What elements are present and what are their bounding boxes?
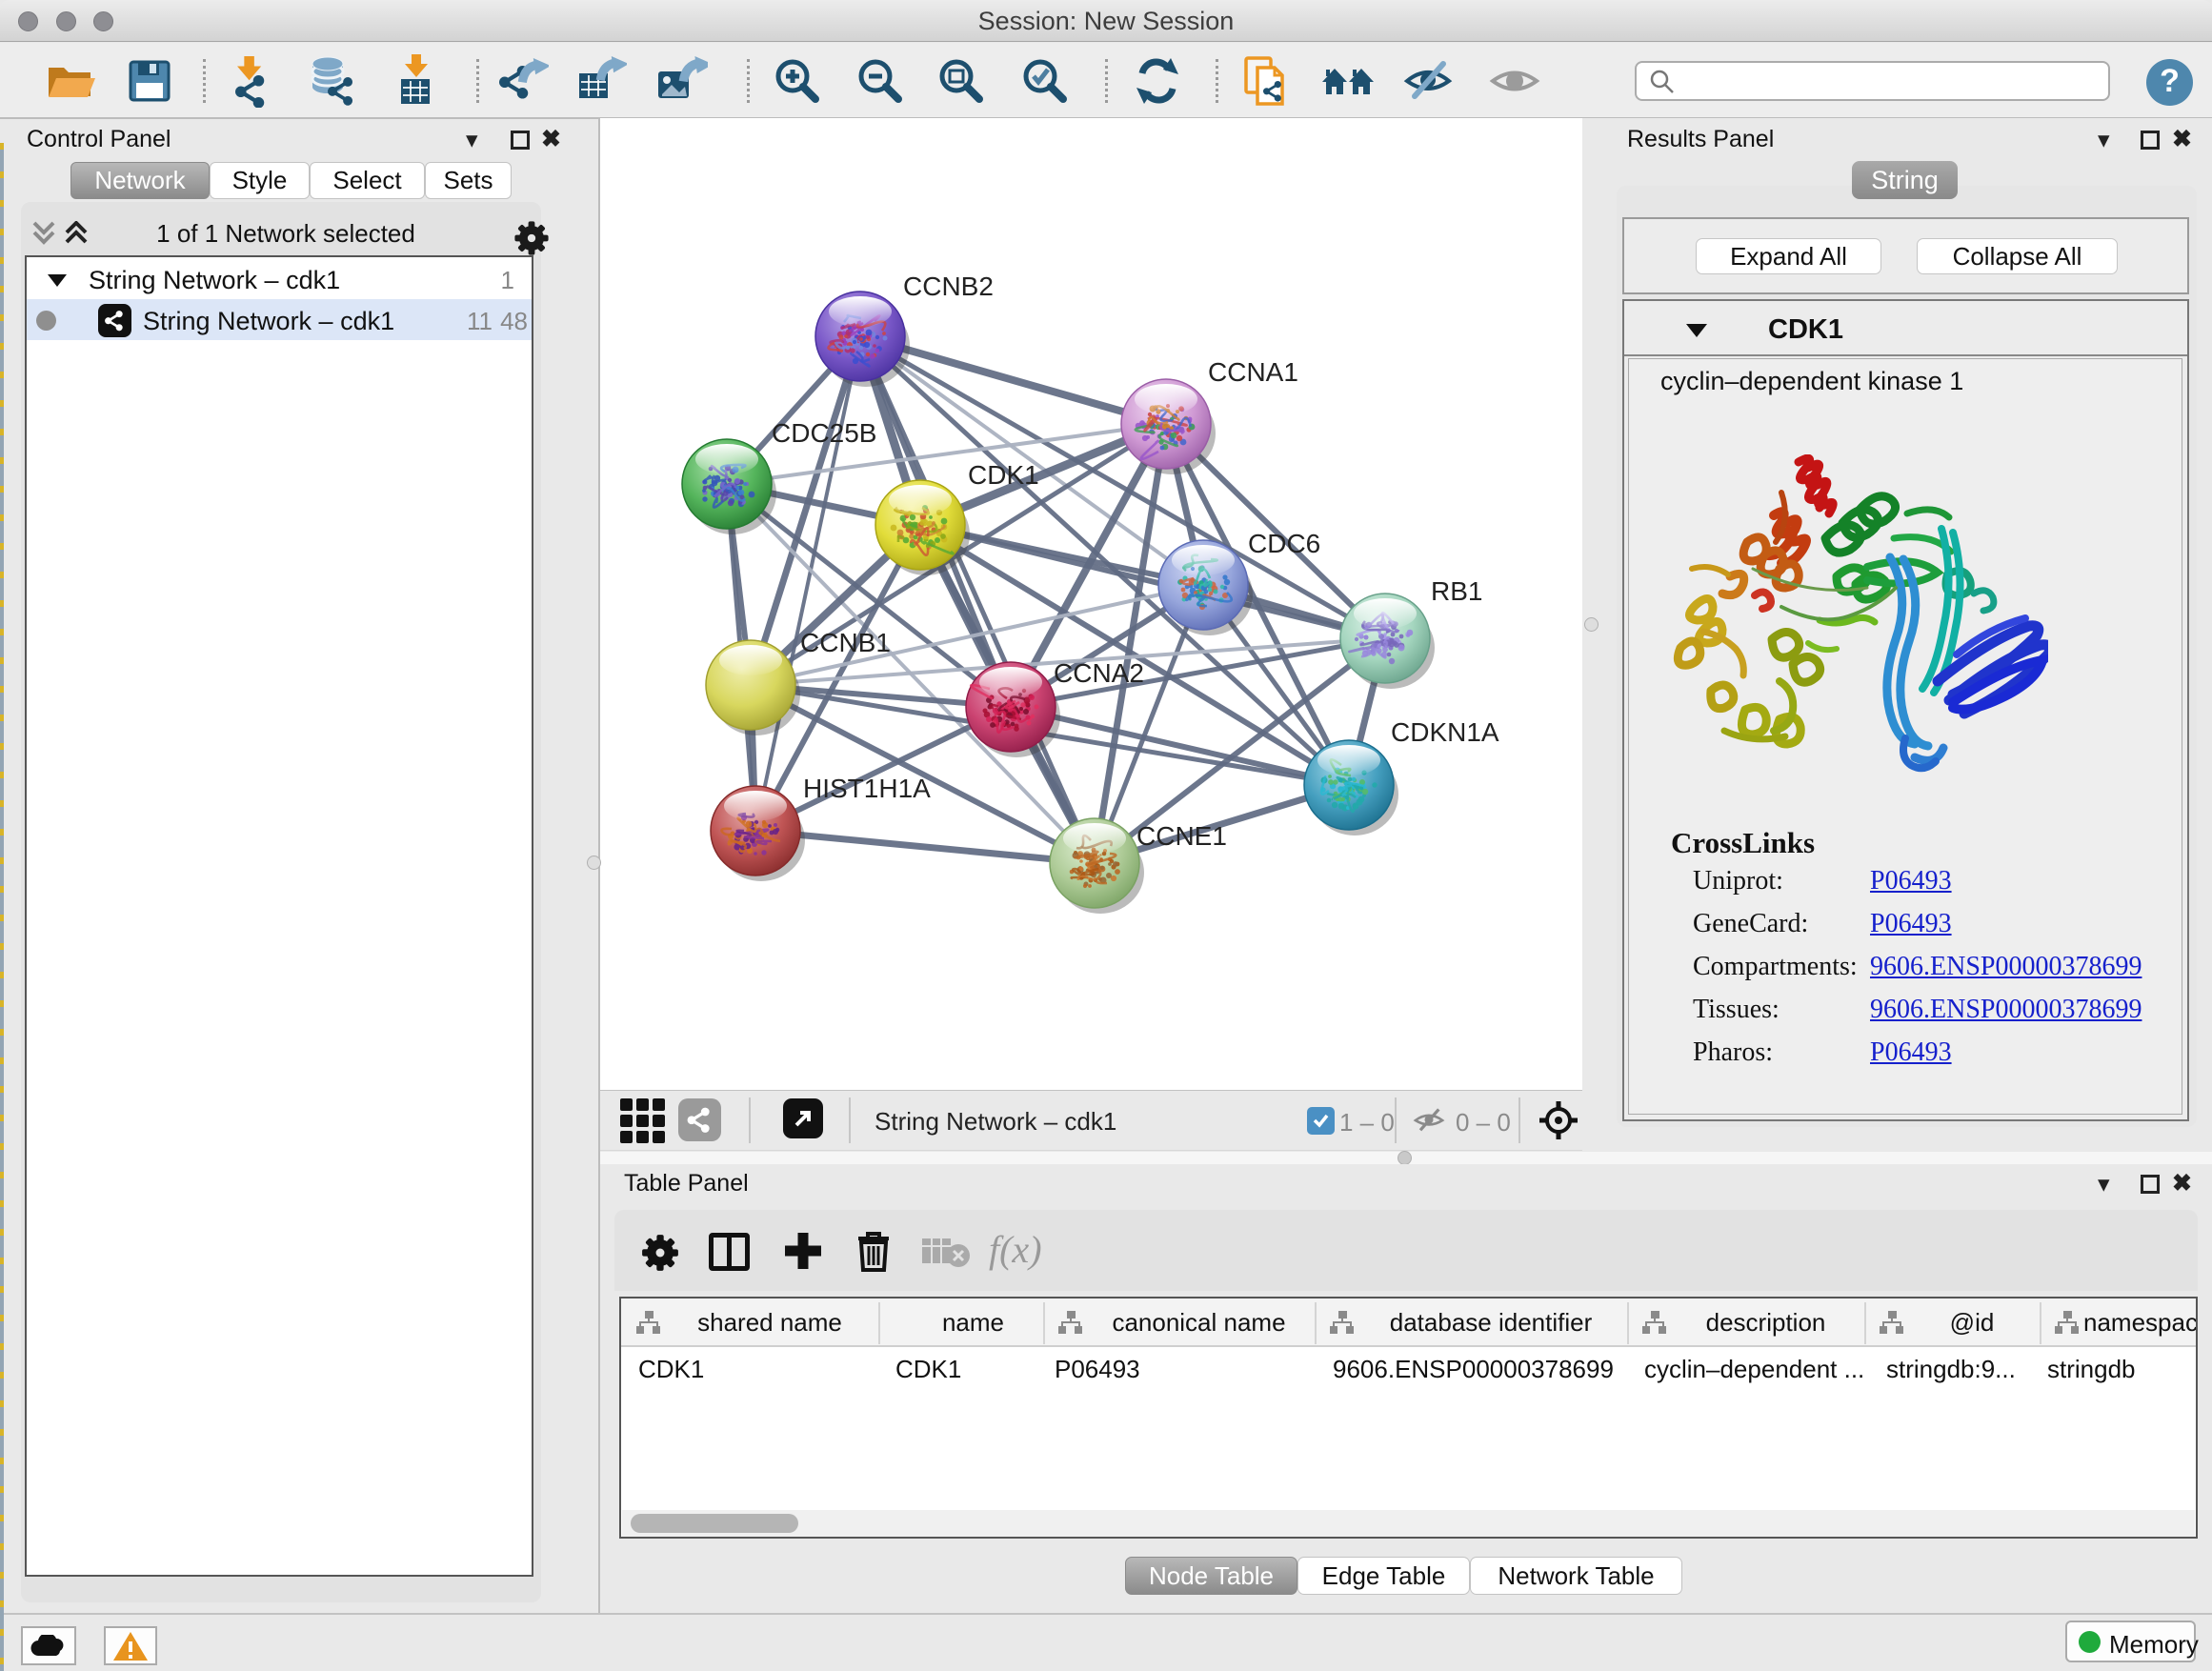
svg-text:RB1: RB1 — [1431, 576, 1482, 606]
svg-text:CCNB2: CCNB2 — [903, 272, 994, 301]
svg-text:CCNA1: CCNA1 — [1208, 357, 1298, 387]
svg-text:CCNA2: CCNA2 — [1054, 658, 1144, 688]
svg-text:CDK1: CDK1 — [968, 460, 1039, 490]
svg-text:CDC25B: CDC25B — [772, 418, 876, 448]
svg-text:HIST1H1A: HIST1H1A — [803, 774, 931, 803]
svg-text:CDKN1A: CDKN1A — [1391, 717, 1499, 747]
svg-text:CCNB1: CCNB1 — [800, 628, 891, 657]
svg-text:CCNE1: CCNE1 — [1136, 821, 1227, 851]
svg-text:CDC6: CDC6 — [1248, 529, 1320, 558]
